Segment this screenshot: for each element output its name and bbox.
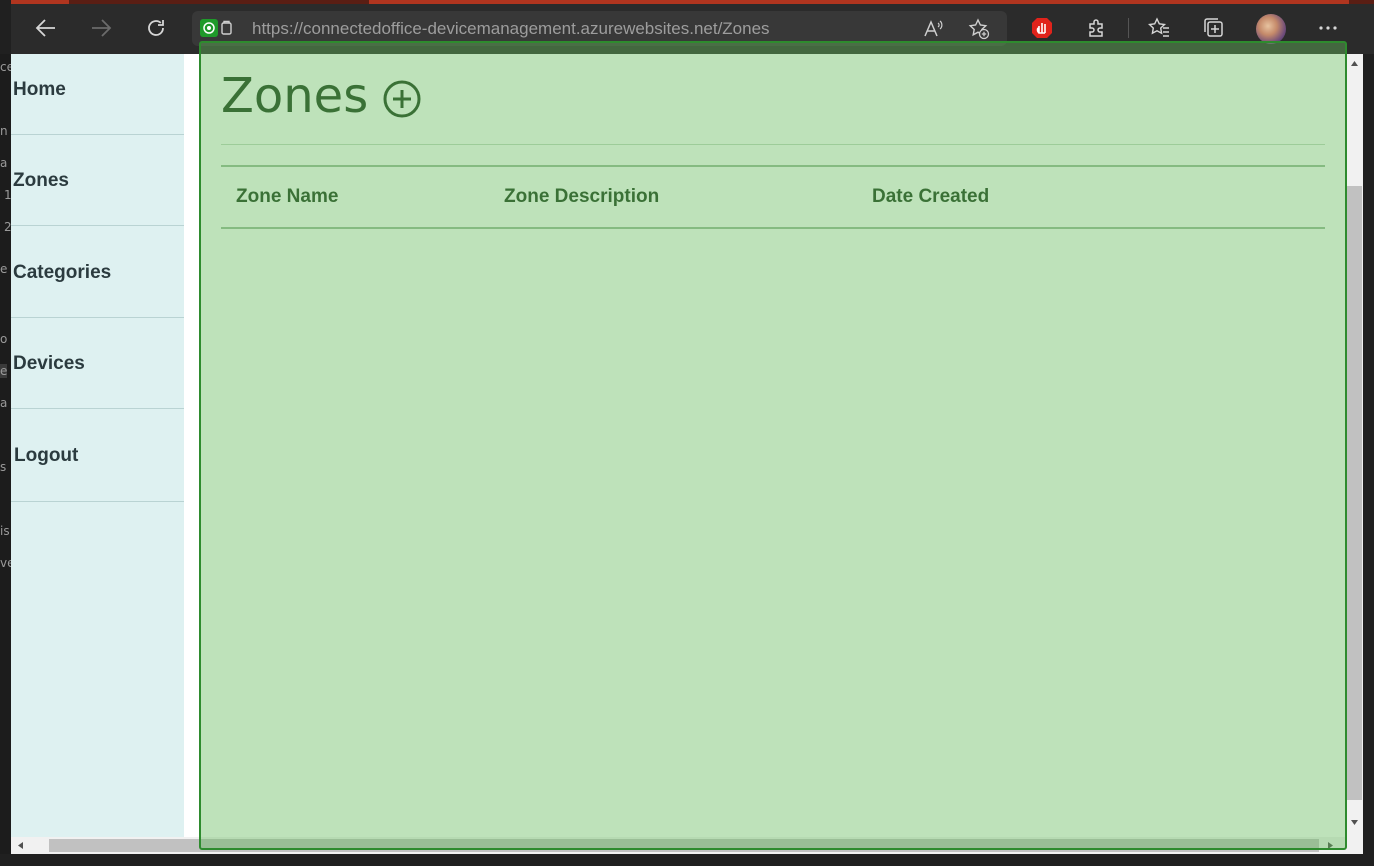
window-bottom-edge [11,854,1374,866]
bg-fragment: e [0,364,8,378]
scroll-down-icon[interactable] [1350,819,1359,826]
sidebar-item-zones[interactable]: Zones [11,135,184,226]
back-icon[interactable] [32,14,60,42]
bg-fragment: s [0,460,7,474]
extensions-icon[interactable] [1083,14,1111,42]
bg-fragment: 2 [4,220,11,234]
forward-icon[interactable] [87,14,115,42]
bg-fragment: ce [0,60,11,74]
bg-fragment: n [0,124,8,138]
bg-fragment: 1 [4,188,11,202]
bg-fragment: a [0,156,8,170]
sidebar-item-label: Zones [13,170,69,191]
read-aloud-icon[interactable] [922,18,944,40]
background-window-strip: ce n a 1 2 e o e a s is ve [0,54,11,854]
bg-fragment: ve [0,556,11,570]
sidebar-item-devices[interactable]: Devices [11,318,184,409]
sidebar-item-label: Home [13,79,66,100]
tab-strip-edge [11,0,1374,4]
add-favorite-icon[interactable] [968,18,990,40]
sidebar: Home Zones Categories Devices Logout [11,54,184,837]
url-text: https://connectedoffice-devicemanagement… [252,19,770,39]
url-path: /Zones [717,19,770,38]
scroll-up-icon[interactable] [1350,60,1359,67]
page-icon [221,20,232,35]
scroll-left-icon[interactable] [17,841,24,850]
selection-highlight-overlay [199,41,1347,850]
toolbar-separator [1128,18,1129,38]
sidebar-item-categories[interactable]: Categories [11,226,184,318]
bg-fragment: o [0,332,8,346]
adblock-icon[interactable] [1028,14,1056,42]
sidebar-item-home[interactable]: Home [11,54,184,135]
site-info-icon[interactable] [200,19,218,37]
bg-fragment: e [0,262,8,276]
profile-avatar[interactable] [1256,14,1286,44]
refresh-icon[interactable] [142,14,170,42]
vertical-scrollbar[interactable] [1346,54,1363,837]
sidebar-item-label: Logout [14,445,79,466]
sidebar-item-logout[interactable]: Logout [11,409,184,502]
favorites-icon[interactable] [1145,14,1173,42]
bg-fragment: a [0,396,8,410]
more-icon[interactable] [1314,14,1342,42]
collections-icon[interactable] [1200,14,1228,42]
sidebar-item-label: Devices [13,353,85,374]
sidebar-item-label: Categories [13,262,112,283]
vertical-scroll-thumb[interactable] [1347,186,1362,800]
bg-fragment: is [0,524,10,538]
url-main: https://connectedoffice-devicemanagement… [252,19,718,38]
